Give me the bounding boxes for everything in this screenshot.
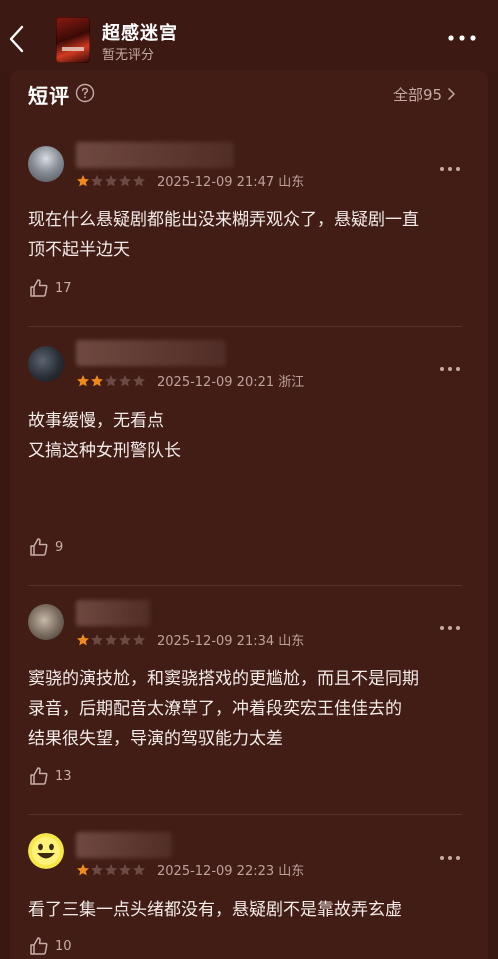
review-line: 结果很失望，导演的驾驭能力太差 <box>28 729 283 749</box>
more-icon <box>448 35 476 41</box>
star-icon <box>76 632 90 646</box>
star-icon <box>104 862 118 876</box>
review-more-button[interactable] <box>438 359 462 371</box>
more-icon <box>440 167 460 171</box>
rating-status: 暂无评分 <box>102 48 155 63</box>
review-line: 看了三集一点头绪都没有，悬疑剧不是靠故弄玄虚 <box>28 900 402 920</box>
help-icon <box>75 83 95 103</box>
like-button[interactable]: 13 <box>28 765 72 787</box>
star-icon <box>76 373 90 387</box>
avatar[interactable] <box>28 346 64 382</box>
more-button[interactable] <box>446 28 478 48</box>
star-icon <box>118 632 132 646</box>
review-date: 2025-12-09 21:47 <box>157 175 275 190</box>
avatar[interactable] <box>28 833 64 869</box>
like-button[interactable]: 17 <box>28 277 72 299</box>
more-icon <box>440 626 460 630</box>
reviews-card <box>10 70 488 959</box>
star-icon <box>90 373 104 387</box>
star-icon <box>104 632 118 646</box>
thumbs-up-icon <box>30 937 48 955</box>
star-icon <box>90 173 104 187</box>
like-count: 13 <box>55 768 72 784</box>
review-line: 录音，后期配音太潦草了，冲着段奕宏王佳佳去的 <box>28 699 402 719</box>
star-icon <box>132 173 146 187</box>
star-icon <box>76 173 90 187</box>
smiley-avatar-icon <box>28 833 64 869</box>
star-icon <box>76 862 90 876</box>
rating-stars <box>76 373 146 387</box>
divider <box>28 585 462 586</box>
star-icon <box>118 373 132 387</box>
review-more-button[interactable] <box>438 159 462 171</box>
divider <box>28 326 462 327</box>
like-count: 10 <box>55 938 72 954</box>
star-icon <box>90 632 104 646</box>
view-all-label: 全部95 <box>393 85 443 104</box>
more-icon <box>440 367 460 371</box>
star-icon <box>132 862 146 876</box>
like-count: 9 <box>55 539 64 555</box>
avatar[interactable] <box>28 146 64 182</box>
help-button[interactable] <box>75 83 95 103</box>
review-line: 顶不起半边天 <box>28 240 130 260</box>
review-date: 2025-12-09 21:34 <box>157 634 275 649</box>
like-button[interactable]: 10 <box>28 935 72 957</box>
review-date: 2025-12-09 22:23 <box>157 864 275 879</box>
review-date: 2025-12-09 20:21 <box>157 375 275 390</box>
like-count: 17 <box>55 280 72 296</box>
view-all-link[interactable]: 全部95 <box>393 84 456 104</box>
star-icon <box>118 862 132 876</box>
avatar[interactable] <box>28 604 64 640</box>
star-icon <box>132 373 146 387</box>
review-more-button[interactable] <box>438 848 462 860</box>
rating-stars <box>76 862 146 876</box>
more-icon <box>440 856 460 860</box>
review-line: 又搞这种女刑警队长 <box>28 441 181 461</box>
username-blurred[interactable] <box>76 832 172 858</box>
chevron-right-icon <box>448 88 455 100</box>
star-icon <box>104 173 118 187</box>
review-location: 山东 <box>278 634 305 649</box>
review-meta: 2025-12-09 22:23 山东 <box>157 860 304 879</box>
like-button[interactable]: 9 <box>28 536 63 558</box>
review-text: 现在什么悬疑剧都能出没来糊弄观众了，悬疑剧一直 顶不起半边天 <box>28 205 470 265</box>
star-icon <box>132 632 146 646</box>
username-blurred[interactable] <box>76 142 234 168</box>
username-blurred[interactable] <box>76 340 226 366</box>
review-meta: 2025-12-09 20:21 浙江 <box>157 371 304 390</box>
review-line: 窦骁的演技尬，和窦骁搭戏的更尴尬，而且不是同期 <box>28 669 419 689</box>
star-icon <box>104 373 118 387</box>
review-text: 故事缓慢，无看点 又搞这种女刑警队长 <box>28 406 470 466</box>
review-line: 现在什么悬疑剧都能出没来糊弄观众了，悬疑剧一直 <box>28 210 419 230</box>
review-line: 故事缓慢，无看点 <box>28 411 164 431</box>
thumbs-up-icon <box>30 538 48 556</box>
review-location: 山东 <box>278 864 305 879</box>
review-meta: 2025-12-09 21:47 山东 <box>157 171 304 190</box>
back-icon <box>9 25 24 53</box>
rating-stars <box>76 632 146 646</box>
review-text: 窦骁的演技尬，和窦骁搭戏的更尴尬，而且不是同期 录音，后期配音太潦草了，冲着段奕… <box>28 664 470 754</box>
section-title: 短评 <box>28 84 70 108</box>
star-icon <box>90 862 104 876</box>
star-icon <box>118 173 132 187</box>
rating-stars <box>76 173 146 187</box>
divider <box>28 814 462 815</box>
show-title: 超感迷宫 <box>102 23 178 44</box>
review-location: 浙江 <box>278 375 305 390</box>
thumbs-up-icon <box>30 767 48 785</box>
review-location: 山东 <box>278 175 305 190</box>
review-meta: 2025-12-09 21:34 山东 <box>157 630 304 649</box>
review-more-button[interactable] <box>438 618 462 630</box>
username-blurred[interactable] <box>76 600 150 626</box>
back-button[interactable] <box>4 22 30 56</box>
review-text: 看了三集一点头绪都没有，悬疑剧不是靠故弄玄虚 <box>28 895 470 925</box>
thumbs-up-icon <box>30 279 48 297</box>
show-poster[interactable] <box>56 17 90 63</box>
